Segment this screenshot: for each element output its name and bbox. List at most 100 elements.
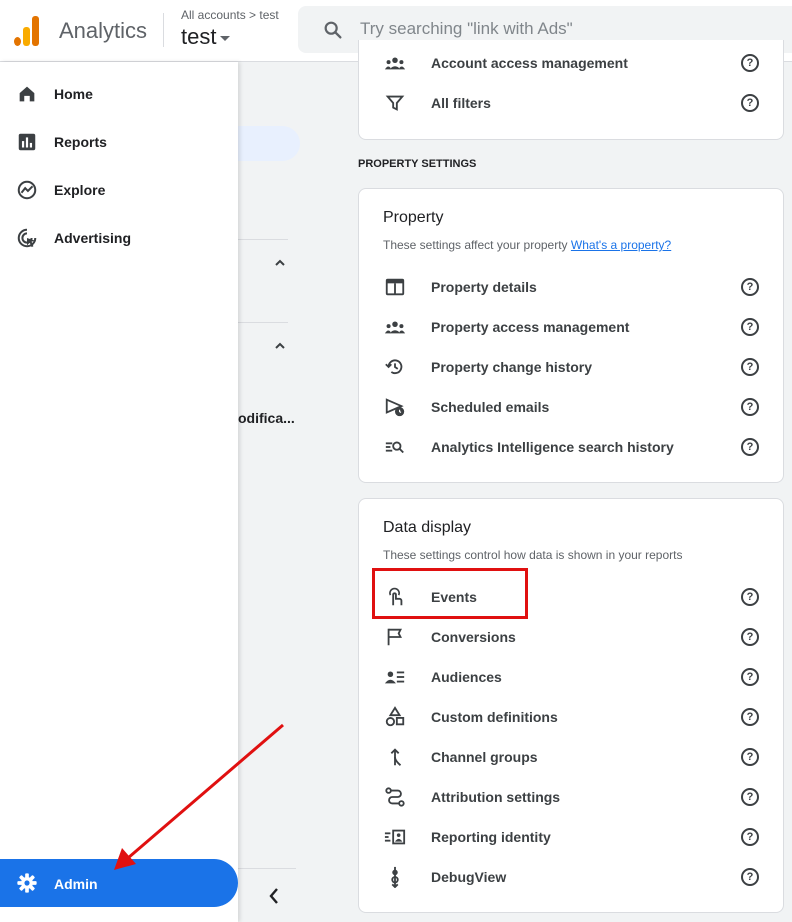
settings-row[interactable]: Scheduled emails ? [359,387,785,427]
chevron-up-icon[interactable] [274,257,286,269]
account-settings-card: Account access management ? All filters … [358,40,784,140]
shapes-icon [385,706,405,727]
help-icon[interactable]: ? [741,358,759,376]
settings-row-label: Custom definitions [431,709,558,725]
help-icon[interactable]: ? [741,828,759,846]
column-divider [238,239,288,240]
nav-item-label: Advertising [54,230,132,246]
settings-row[interactable]: Attribution settings ? [359,777,785,817]
side-navigation: Home Reports Explore Advertising Admin [0,62,238,922]
help-icon[interactable]: ? [741,54,759,72]
nav-item-reports[interactable]: Reports [0,120,238,164]
filter-icon [385,95,405,111]
explore-icon [17,180,37,200]
settings-row-label: Audiences [431,669,502,685]
nav-item-home[interactable]: Home [0,72,238,116]
settings-row[interactable]: Channel groups ? [359,737,785,777]
analytics-logo-icon[interactable] [14,16,40,46]
help-icon[interactable]: ? [741,588,759,606]
settings-row-label: Reporting identity [431,829,551,845]
help-icon[interactable]: ? [741,278,759,296]
chevron-up-icon[interactable] [274,340,286,352]
section-heading: PROPERTY SETTINGS [358,158,477,170]
settings-row-label: Account access management [431,55,628,71]
property-selector[interactable]: test [181,24,231,50]
help-icon[interactable]: ? [741,94,759,112]
merge-icon [390,748,402,766]
column-divider [238,322,288,323]
property-details-icon [385,278,405,296]
nav-item-label: Reports [54,134,107,150]
help-icon[interactable]: ? [741,868,759,886]
history-icon [385,359,403,375]
settings-row-label: All filters [431,95,491,111]
settings-row[interactable]: Account access management ? [359,43,785,83]
card-title: Data display [383,519,472,536]
card-subtitle: These settings affect your property What… [383,238,671,252]
settings-row-label: Scheduled emails [431,399,550,415]
settings-row-label: Property change history [431,359,593,375]
settings-row[interactable]: Property details ? [359,267,785,307]
nav-item-advertising[interactable]: Advertising [0,216,238,260]
caret-down-icon [220,35,231,41]
settings-row[interactable]: Property change history ? [359,347,785,387]
route-icon [385,787,405,807]
settings-row[interactable]: Analytics Intelligence search history ? [359,427,785,467]
settings-row-label: Property details [431,279,537,295]
property-card: Property These settings affect your prop… [358,188,784,483]
app-title: Analytics [59,18,148,43]
settings-row-label: Attribution settings [431,789,561,805]
header-divider [163,13,164,47]
identity-icon [384,829,406,845]
settings-row[interactable]: Property access management ? [359,307,785,347]
card-subtitle: These settings control how data is shown… [383,548,683,562]
help-icon[interactable]: ? [741,628,759,646]
people-icon [384,57,406,70]
help-icon[interactable]: ? [741,788,759,806]
settings-row-label: Property access management [431,319,630,335]
help-icon[interactable]: ? [741,398,759,416]
help-icon[interactable]: ? [741,438,759,456]
nav-item-label: Explore [54,182,106,198]
search-history-icon [385,441,404,454]
scheduled-email-icon [385,398,405,417]
chevron-left-icon[interactable] [266,886,282,906]
people-icon [384,321,406,334]
card-subtitle-text: These settings affect your property [383,238,568,252]
advertising-icon [17,228,37,248]
truncated-column-item[interactable]: odifica... [238,410,295,426]
search-input[interactable] [360,16,780,42]
settings-row[interactable]: Conversions ? [359,617,785,657]
help-icon[interactable]: ? [741,748,759,766]
settings-row-label: DebugView [431,869,507,885]
nav-item-label: Home [54,86,93,102]
settings-row-label: Conversions [431,629,516,645]
settings-row-label: Analytics Intelligence search history [431,439,674,455]
flag-icon [387,628,402,646]
collapse-divider [238,868,296,869]
settings-row[interactable]: Reporting identity ? [359,817,785,857]
search-icon [324,21,342,39]
selected-column-item[interactable] [238,126,300,161]
home-icon [19,86,35,102]
whats-a-property-link[interactable]: What's a property? [571,238,671,252]
settings-row-label: Channel groups [431,749,538,765]
settings-row[interactable]: Custom definitions ? [359,697,785,737]
help-icon[interactable]: ? [741,708,759,726]
help-icon[interactable]: ? [741,318,759,336]
settings-row[interactable]: DebugView ? [359,857,785,897]
debug-icon [391,866,399,888]
property-name: test [181,24,217,49]
nav-item-label: Admin [54,876,98,892]
audience-icon [384,671,405,684]
breadcrumb[interactable]: All accounts > test [181,8,279,22]
help-icon[interactable]: ? [741,668,759,686]
bar-chart-icon [18,133,36,151]
card-title: Property [383,209,444,226]
gear-icon [17,873,37,893]
nav-item-explore[interactable]: Explore [0,168,238,212]
data-display-card: Data display These settings control how … [358,498,784,913]
nav-item-admin[interactable]: Admin [0,859,238,907]
settings-row[interactable]: All filters ? [359,83,785,123]
settings-row[interactable]: Audiences ? [359,657,785,697]
